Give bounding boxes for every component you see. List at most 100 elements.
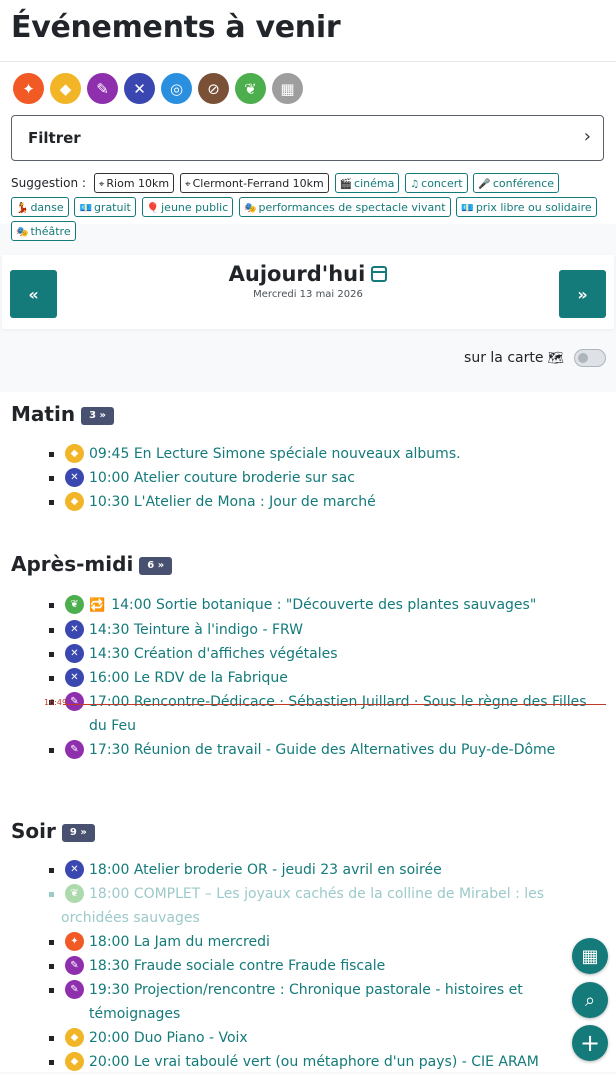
next-day-button[interactable]: » [559, 270, 606, 318]
arts-icon[interactable]: ✎ [87, 73, 118, 104]
event-time: 19:30 [89, 982, 130, 998]
event-item[interactable]: ✦ 18:00 La Jam du mercredi [0, 930, 616, 954]
event-item[interactable]: ◆ 20:00 Le vrai taboulé vert (ou métaphor… [0, 1050, 616, 1074]
suggestion-label: Suggestion : [11, 176, 86, 190]
event-item[interactable]: ❦ 18:00 COMPLET – Les joyaux cachés de la… [0, 882, 616, 930]
event-title[interactable]: Sortie botanique : "Découverte des plant… [156, 597, 536, 613]
suggestions: Suggestion : ⌖ Riom 10km ⌖ Clermont-Ferran… [11, 171, 611, 243]
ateliers-icon[interactable]: ✕ [124, 73, 155, 104]
event-item[interactable]: ✕ 18:00 Atelier broderie OR - jeudi 23 av… [0, 858, 616, 882]
event-time: 10:00 [89, 470, 130, 486]
event-title[interactable]: L'Atelier de Mona : Jour de marché [134, 494, 376, 510]
tag-label: cinéma [354, 176, 395, 190]
event-title[interactable]: La Jam du mercredi [134, 934, 270, 950]
filter-button[interactable]: Filtrer › [11, 115, 604, 161]
event-item[interactable]: ✎ 18:30 Fraude sociale contre Fraude fisc… [0, 954, 616, 978]
event-title[interactable]: Création d'affiches végétales [134, 646, 338, 662]
sorties-icon[interactable]: ⊘ [198, 73, 229, 104]
section-count-badge[interactable]: 3 » [81, 406, 114, 425]
event-title[interactable]: Rencontre-Dédicace · Sébastien Juillard … [89, 694, 587, 734]
suggestion-tag[interactable]: 💶 gratuit [74, 196, 136, 217]
event-title[interactable]: Fraude sociale contre Fraude fiscale [134, 958, 385, 974]
event-category-icon: ✕ [65, 468, 84, 487]
event-title[interactable]: Le vrai taboulé vert (ou métaphore d'un … [134, 1054, 539, 1070]
map-toggle-switch[interactable] [574, 349, 606, 367]
suggestion-tag[interactable]: 💃 danse [11, 196, 69, 217]
rencontres-icon[interactable]: ◎ [161, 73, 192, 104]
today-heading[interactable]: Aujourd'hui [2, 262, 614, 286]
suggestion-tag[interactable]: 🎤 conférence [473, 172, 560, 193]
date-navigation: « Aujourd'hui Mercredi 13 mai 2026 » [2, 255, 614, 329]
tag-label: performances de spectacle vivant [258, 200, 446, 214]
header-card: Événements à venir ✦ ◆ ✎ ✕ ◎ ⊘ ❦ ▦ Filtrer › Su… [0, 0, 616, 241]
event-item[interactable]: ✕ 14:30 Teinture à l'indigo - FRW [0, 618, 616, 642]
event-category-icon: ❦ [65, 884, 84, 903]
suggestion-tag[interactable]: 🎬 cinéma [334, 172, 400, 193]
event-title[interactable]: Projection/rencontre : Chronique pastora… [89, 982, 523, 1022]
section-soir-events: ✕ 18:00 Atelier broderie OR - jeudi 23 av… [0, 858, 616, 1074]
event-item[interactable]: ✕ 16:00 Le RDV de la Fabrique [0, 666, 616, 690]
tag-label: théâtre [30, 224, 71, 238]
tag-label: gratuit [93, 200, 131, 214]
filter-label: Filtrer [28, 129, 81, 147]
event-item[interactable]: ❦ 🔁 14:00 Sortie botanique : "Découverte d… [0, 593, 616, 618]
event-category-icon: ◆ [65, 1052, 84, 1071]
section-count-badge[interactable]: 6 » [139, 556, 173, 575]
enfants-icon[interactable]: ◆ [50, 73, 81, 104]
tag-icon: 🎈 [146, 202, 160, 214]
tag-icon: ⌖ [98, 178, 105, 190]
event-category-icon: ✕ [65, 668, 84, 687]
section-count-badge[interactable]: 9 » [61, 823, 95, 842]
event-time: 18:30 [89, 958, 130, 974]
suggestion-tag[interactable]: ⌖ Riom 10km [93, 172, 175, 193]
event-title[interactable]: Le RDV de la Fabrique [134, 670, 288, 686]
tag-icon: 🎤 [478, 178, 491, 190]
event-time: 09:45 [89, 446, 130, 462]
add-fab-button[interactable]: + [572, 1025, 608, 1061]
suggestion-tag[interactable]: 💶 prix libre ou solidaire [456, 196, 597, 217]
event-category-icon: ✎ [65, 980, 84, 999]
map-toggle-row: sur la carte 🗺 [464, 346, 606, 370]
event-item[interactable]: ✎ 19:30 Projection/rencontre : Chronique … [0, 978, 616, 1026]
section-title: Soir [11, 819, 56, 843]
suggestion-tag[interactable]: ♫ concert [405, 172, 468, 193]
section-title: Matin [11, 402, 76, 426]
current-date: Mercredi 13 mai 2026 [253, 289, 363, 300]
suggestion-tag[interactable]: ⌖ Clermont-Ferrand 10km [179, 172, 329, 193]
event-time: 18:00 [89, 934, 130, 950]
fete-icon[interactable]: ✦ [13, 73, 44, 104]
suggestion-tag[interactable]: 🎭 théâtre [11, 220, 76, 241]
map-toggle-label: sur la carte [464, 350, 544, 366]
event-item[interactable]: ✎ 17:30 Réunion de travail - Guide des Al… [0, 738, 616, 762]
search-fab-button[interactable]: ⌕ [572, 982, 608, 1018]
section-apres-midi-events: ❦ 🔁 14:00 Sortie botanique : "Découverte d… [0, 593, 616, 762]
event-category-icon: ◆ [65, 1028, 84, 1047]
event-item[interactable]: ✕ 14:30 Création d'affiches végétales [0, 642, 616, 666]
suggestion-tag[interactable]: 🎭 performances de spectacle vivant [239, 196, 451, 217]
event-category-icon: ❦ [65, 595, 84, 614]
event-title[interactable]: Duo Piano - Voix [134, 1030, 248, 1046]
event-title[interactable]: En Lecture Simone spéciale nouveaux albu… [134, 446, 461, 462]
event-time: 20:00 [89, 1030, 130, 1046]
event-title[interactable]: Teinture à l'indigo - FRW [134, 622, 303, 638]
section-title-matin: Matin 3 » [11, 402, 114, 426]
event-title[interactable]: Atelier couture broderie sur sac [134, 470, 355, 486]
event-item[interactable]: ✎ 17:00 Rencontre-Dédicace · Sébastien Ju… [0, 690, 616, 738]
event-item[interactable]: ✕ 10:00 Atelier couture broderie sur sac [0, 466, 616, 490]
tag-icon: 💶 [461, 202, 474, 214]
event-item[interactable]: ◆ 10:30 L'Atelier de Mona : Jour de march… [0, 490, 616, 514]
tag-icon: 🎭 [16, 226, 29, 238]
tag-label: prix libre ou solidaire [475, 200, 592, 214]
event-title[interactable]: Atelier broderie OR - jeudi 23 avril en … [134, 862, 442, 878]
event-item[interactable]: ◆ 20:00 Duo Piano - Voix [0, 1026, 616, 1050]
event-title[interactable]: COMPLET – Les joyaux cachés de la collin… [61, 886, 544, 926]
nature-icon[interactable]: ❦ [235, 73, 266, 104]
tag-label: jeune public [161, 200, 229, 214]
suggestion-tag[interactable]: 🎈 jeune public [141, 196, 234, 217]
map-icon: 🗺 [547, 350, 564, 366]
event-title[interactable]: Réunion de travail - Guide des Alternati… [134, 742, 555, 758]
event-item[interactable]: ◆ 09:45 En Lecture Simone spéciale nouvea… [0, 442, 616, 466]
calendar-cat-icon[interactable]: ▦ [272, 73, 303, 104]
calendar-fab-button[interactable]: ▦ [572, 938, 608, 974]
calendar-icon[interactable] [371, 266, 388, 282]
